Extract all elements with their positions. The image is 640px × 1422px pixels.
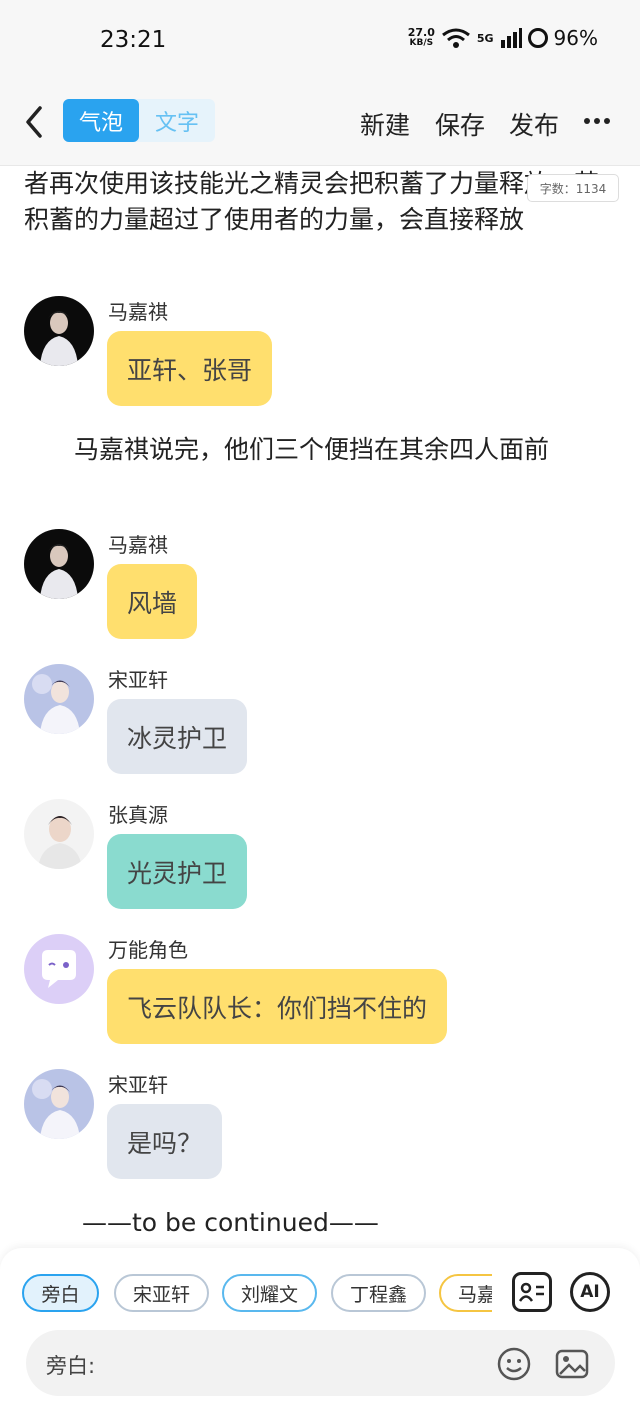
role-chip-list: 旁白 宋亚轩 刘耀文 丁程鑫 马嘉祺 (22, 1274, 492, 1312)
new-button[interactable]: 新建 (360, 106, 410, 142)
image-icon[interactable] (554, 1346, 590, 1382)
status-bar: 23:21 27.0 KB/S 5G 96% (0, 0, 640, 80)
signal-icon (500, 28, 522, 48)
speaker-name: 万能角色 (108, 938, 188, 962)
avatar[interactable] (24, 664, 94, 734)
chat-bubble[interactable]: 亚轩、张哥 (107, 331, 273, 406)
role-chip[interactable]: 丁程鑫 (331, 1274, 426, 1312)
speaker-name: 张真源 (108, 803, 168, 827)
emoji-icon[interactable] (496, 1346, 532, 1382)
speaker-name: 宋亚轩 (108, 1073, 168, 1097)
avatar[interactable] (24, 934, 94, 1004)
input-panel: 旁白 宋亚轩 刘耀文 丁程鑫 马嘉祺 AI 旁白: (0, 1248, 640, 1422)
role-chip[interactable]: 马嘉祺 (439, 1274, 492, 1312)
net-speed-value: 27.0 (407, 26, 435, 39)
battery-icon (527, 28, 548, 48)
mode-text-tab[interactable]: 文字 (139, 99, 215, 142)
signal-label: 5G (476, 31, 494, 45)
role-manager-icon[interactable] (512, 1272, 552, 1312)
back-icon[interactable] (20, 102, 50, 142)
story-content[interactable]: 者再次使用该技能光之精灵会把积蓄了力量释放，若积蓄的力量超过了使用者的力量，会直… (0, 166, 640, 1248)
chat-bubble[interactable]: 飞云队队长：你们挡不住的 (107, 969, 448, 1044)
narration[interactable]: 马嘉祺说完，他们三个便挡在其余四人面前 (24, 432, 620, 468)
net-speed: 27.0 KB/S (408, 27, 435, 49)
wifi-icon (441, 28, 470, 48)
narration-ending[interactable]: ——to be continued—— (82, 1205, 640, 1241)
chat-bubble[interactable]: 风墙 (107, 564, 198, 639)
top-toolbar: 气泡 文字 新建 保存 发布 (0, 80, 640, 166)
avatar[interactable] (24, 1069, 94, 1139)
role-chip-narrator[interactable]: 旁白 (22, 1274, 99, 1312)
role-chip[interactable]: 宋亚轩 (114, 1274, 209, 1312)
speaker-name: 马嘉祺 (108, 533, 168, 557)
mode-toggle: 气泡 文字 (63, 99, 215, 142)
status-time: 23:21 (100, 27, 167, 53)
avatar[interactable] (24, 296, 94, 366)
avatar[interactable] (24, 799, 94, 869)
speaker-name: 宋亚轩 (108, 668, 168, 692)
mode-bubble-tab[interactable]: 气泡 (63, 99, 139, 142)
status-icons: 27.0 KB/S 5G 96% (408, 26, 598, 50)
speaker-name: 马嘉祺 (108, 300, 168, 324)
word-count-badge: 字数：1134 (527, 174, 619, 202)
text-input[interactable]: 旁白: (26, 1330, 615, 1396)
input-role-label: 旁白: (46, 1354, 96, 1378)
chat-bubble[interactable]: 冰灵护卫 (107, 699, 248, 774)
role-chip[interactable]: 刘耀文 (222, 1274, 317, 1312)
publish-button[interactable]: 发布 (509, 106, 559, 142)
net-speed-unit: KB/S (409, 38, 434, 48)
battery-percent: 96% (553, 26, 598, 50)
chat-bubble[interactable]: 光灵护卫 (107, 834, 248, 909)
chat-bubble[interactable]: 是吗？ (107, 1104, 223, 1179)
save-button[interactable]: 保存 (435, 106, 485, 142)
ai-icon[interactable]: AI (570, 1272, 610, 1312)
avatar[interactable] (24, 529, 94, 599)
more-options-icon[interactable] (584, 118, 610, 124)
